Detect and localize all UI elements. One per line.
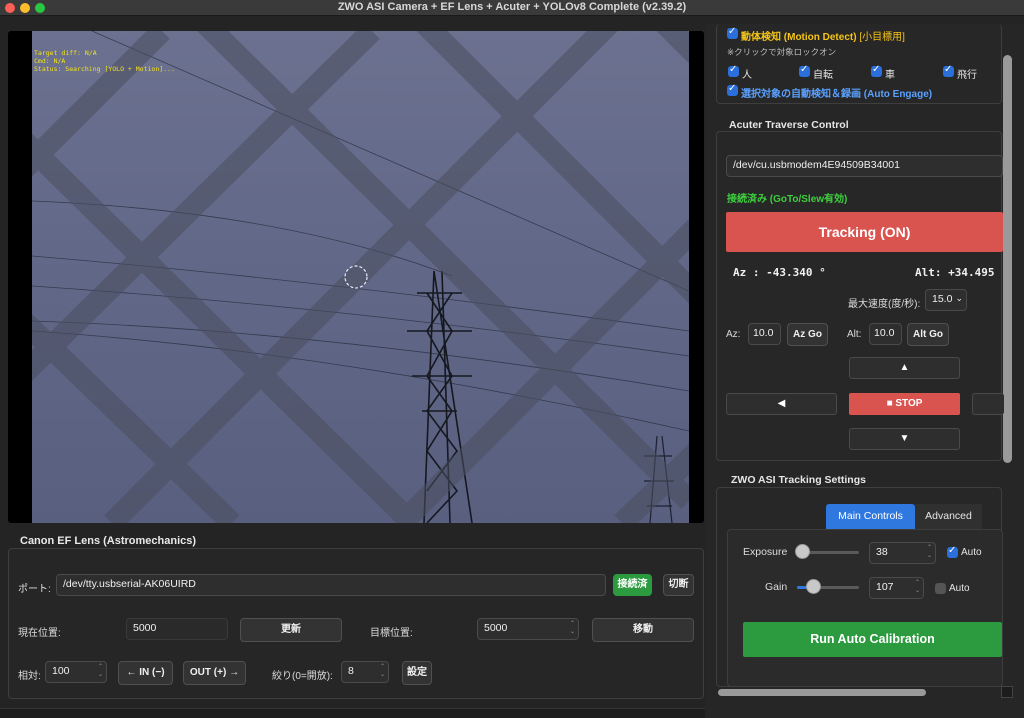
max-speed-select[interactable]: 15.0 ⌄ xyxy=(925,289,967,311)
auto-engage-checkbox[interactable] xyxy=(727,83,738,96)
scroll-corner xyxy=(1001,686,1013,698)
acuter-connection-status: 接続済み (GoTo/Slew有効) xyxy=(727,194,848,205)
overlay-target-diff: Target diff: N/A xyxy=(34,49,97,57)
slew-right-button[interactable] xyxy=(972,393,1004,415)
run-auto-calibration-button[interactable]: Run Auto Calibration xyxy=(743,622,1002,657)
overlay-cmd: Cmd: N/A xyxy=(34,57,66,65)
motion-detect-label: 動体検知 (Motion Detect) [小目標用] xyxy=(741,32,905,43)
lens-disconnect-button[interactable]: 切断 xyxy=(663,574,694,596)
lens-port-field[interactable]: /dev/tty.usbserial-AK06UIRD xyxy=(56,574,606,596)
gain-label: Gain xyxy=(765,581,788,593)
horizontal-scrollbar[interactable] xyxy=(718,689,926,696)
alt-go-button[interactable]: Alt Go xyxy=(907,323,949,346)
target-position-label: 目標位置: xyxy=(370,628,413,639)
window-title: ZWO ASI Camera + EF Lens + Acuter + YOLO… xyxy=(337,1,687,13)
tab-advanced[interactable]: Advanced xyxy=(915,504,982,529)
max-speed-value: 15.0 xyxy=(932,293,953,305)
current-position-value: 5000 xyxy=(126,618,228,640)
refresh-button[interactable]: 更新 xyxy=(240,618,342,642)
slew-up-button[interactable]: ▲ xyxy=(849,357,960,379)
status-strip xyxy=(0,708,705,718)
overlay-status: Status: Searching [YOLO + Motion]... xyxy=(34,65,175,73)
title-bar: ZWO ASI Camera + EF Lens + Acuter + YOLO… xyxy=(0,0,1024,16)
class-label-bicycle: 自転 xyxy=(813,70,833,81)
alt-step-field[interactable]: 10.0 xyxy=(869,323,902,345)
tracking-toggle-button[interactable]: Tracking (ON) xyxy=(726,212,1003,252)
acuter-section-title: Acuter Traverse Control xyxy=(729,119,849,131)
slew-left-button[interactable]: ◀ xyxy=(726,393,837,415)
class-label-person: 人 xyxy=(742,70,752,81)
aperture-set-button[interactable]: 設定 xyxy=(402,661,432,685)
relative-label: 相対: xyxy=(18,671,41,682)
lens-port-label: ポート: xyxy=(18,584,51,595)
gain-field[interactable]: 107 xyxy=(869,577,924,599)
gain-auto-checkbox[interactable] xyxy=(935,583,946,594)
alt-readout: Alt: +34.495 xyxy=(915,266,995,279)
az-step-label: Az: xyxy=(726,329,741,340)
exposure-auto-label: Auto xyxy=(961,547,982,558)
tab-main-controls[interactable]: Main Controls xyxy=(826,504,915,529)
class-checkbox-car[interactable] xyxy=(871,64,882,77)
slew-down-button[interactable]: ▼ xyxy=(849,428,960,450)
relative-step-field[interactable]: 100 xyxy=(45,661,107,683)
status-overlay: Target diff: N/A Cmd: N/A Status: Search… xyxy=(34,49,175,73)
move-button[interactable]: 移動 xyxy=(592,618,694,642)
az-step-field[interactable]: 10.0 xyxy=(748,323,781,345)
alt-step-label: Alt: xyxy=(847,329,862,340)
az-go-button[interactable]: Az Go xyxy=(787,323,828,346)
class-label-car: 車 xyxy=(885,70,895,81)
class-label-aircraft: 飛行 xyxy=(957,70,977,81)
focus-out-button[interactable]: OUT (+) → xyxy=(183,661,246,685)
class-checkbox-aircraft[interactable] xyxy=(943,64,954,77)
exposure-slider-knob[interactable] xyxy=(795,544,810,559)
exposure-field[interactable]: 38 xyxy=(869,542,936,564)
acuter-port-field[interactable]: /dev/cu.usbmodem4E94509B34001 xyxy=(726,155,1003,177)
lens-section-title: Canon EF Lens (Astromechanics) xyxy=(20,535,197,547)
gain-auto-label: Auto xyxy=(949,583,970,594)
tracking-section-title: ZWO ASI Tracking Settings xyxy=(731,474,866,486)
lockon-hint: ※クリックで対象ロックオン xyxy=(727,47,837,57)
class-checkbox-person[interactable] xyxy=(728,64,739,77)
scene-graphic xyxy=(32,31,689,523)
auto-engage-label: 選択対象の自動検知＆録画 (Auto Engage) xyxy=(741,89,933,100)
stop-button[interactable]: ■ STOP xyxy=(849,393,960,415)
exposure-auto-checkbox[interactable] xyxy=(947,545,958,558)
focus-in-button[interactable]: ← IN (−) xyxy=(118,661,173,685)
chevron-down-icon: ⌄ xyxy=(955,293,963,303)
aperture-field[interactable]: 8 xyxy=(341,661,389,683)
class-checkbox-bicycle[interactable] xyxy=(799,64,810,77)
target-position-field[interactable]: 5000 xyxy=(477,618,579,640)
motion-detect-checkbox[interactable] xyxy=(727,26,738,39)
camera-image[interactable]: Target diff: N/A Cmd: N/A Status: Search… xyxy=(32,31,689,523)
exposure-label: Exposure xyxy=(743,546,788,558)
current-position-label: 現在位置: xyxy=(18,628,61,639)
az-readout: Az : -43.340 ° xyxy=(733,266,826,279)
camera-view[interactable]: Target diff: N/A Cmd: N/A Status: Search… xyxy=(8,31,704,523)
vertical-scrollbar[interactable] xyxy=(1003,55,1012,463)
lens-connected-button[interactable]: 接続済 xyxy=(613,574,652,596)
aperture-label: 絞り(0=開放): xyxy=(272,671,333,682)
max-speed-label: 最大速度(度/秒): xyxy=(848,299,921,310)
